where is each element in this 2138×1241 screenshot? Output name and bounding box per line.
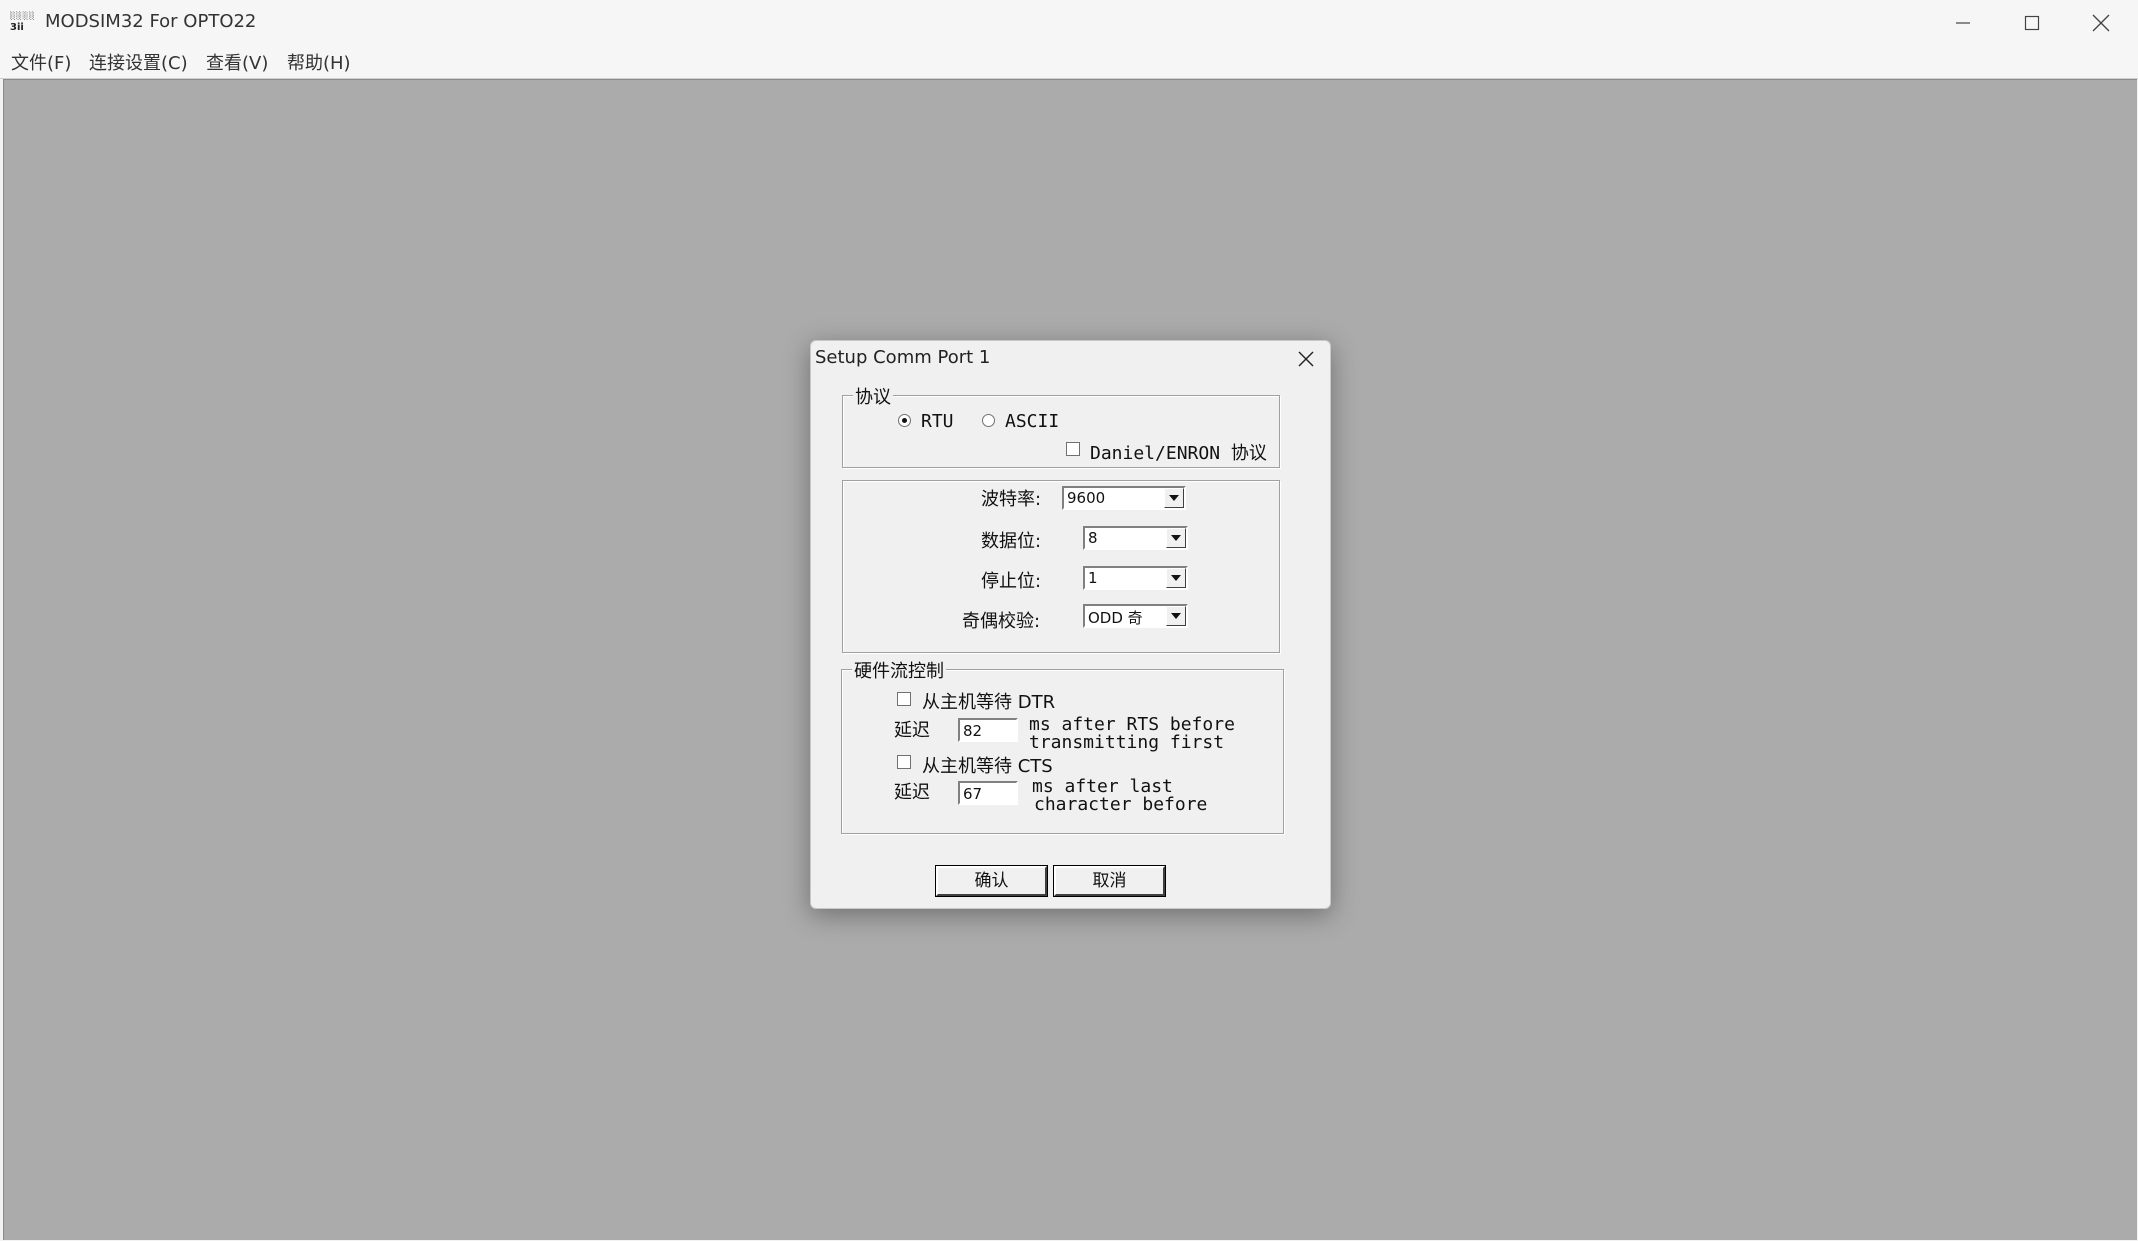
parity-label: 奇偶校验:	[962, 611, 1041, 632]
menu-connection-settings[interactable]: 连接设置(C)	[89, 49, 188, 75]
ascii-radio[interactable]	[982, 414, 995, 427]
wait-dtr-label: 从主机等待 DTR	[922, 692, 1056, 713]
delay2-input[interactable]: 67	[958, 781, 1018, 805]
menu-help[interactable]: 帮助(H)	[287, 49, 351, 75]
app-icon[interactable]: ░░░░ 3ii	[10, 11, 36, 33]
title-bar: ░░░░ 3ii MODSIM32 For OPTO22	[0, 0, 2138, 45]
minimize-button[interactable]	[1928, 0, 1998, 45]
window-title: MODSIM32 For OPTO22	[45, 11, 257, 32]
delay1-input[interactable]: 82	[958, 718, 1018, 742]
flow-control-legend: 硬件流控制	[852, 657, 946, 683]
ok-button[interactable]: 确认	[936, 866, 1047, 896]
ascii-label: ASCII	[1005, 411, 1060, 432]
chevron-down-icon[interactable]	[1164, 488, 1184, 508]
close-icon	[1298, 351, 1314, 367]
serial-settings-group: 波特率: 9600 数据位: 8 停止位: 1 奇偶校验: ODD 奇	[842, 480, 1280, 653]
protocol-legend: 协议	[853, 383, 893, 409]
dialog-close-button[interactable]	[1282, 341, 1330, 377]
protocol-group: 协议 RTU ASCII Daniel/ENRON 协议	[842, 383, 1280, 468]
baud-rate-select[interactable]: 9600	[1062, 486, 1186, 510]
stop-bits-label: 停止位:	[981, 571, 1042, 592]
daniel-enron-checkbox[interactable]	[1066, 442, 1080, 456]
daniel-enron-label: Daniel/ENRON 协议	[1090, 443, 1267, 464]
stop-bits-select[interactable]: 1	[1083, 566, 1188, 590]
wait-dtr-checkbox[interactable]	[897, 692, 911, 706]
menu-view[interactable]: 查看(V)	[206, 49, 268, 75]
delay1-note-line2: transmitting first	[1029, 732, 1225, 753]
data-bits-select[interactable]: 8	[1083, 526, 1188, 550]
rtu-radio[interactable]	[898, 414, 911, 427]
menu-bar: 文件(F) 连接设置(C) 查看(V) 帮助(H)	[0, 45, 2138, 79]
hardware-flow-control-group: 硬件流控制 从主机等待 DTR 延迟 82 ms after RTS befor…	[841, 657, 1284, 834]
maximize-icon	[2024, 15, 2040, 30]
rtu-label: RTU	[921, 411, 954, 432]
minimize-icon	[1956, 21, 1970, 24]
dialog-title: Setup Comm Port 1	[815, 347, 991, 368]
parity-select[interactable]: ODD 奇	[1083, 604, 1188, 628]
delay1-label: 延迟	[894, 720, 930, 741]
close-button[interactable]	[2066, 0, 2136, 45]
maximize-button[interactable]	[1997, 0, 2067, 45]
chevron-down-icon[interactable]	[1166, 528, 1186, 548]
wait-cts-label: 从主机等待 CTS	[922, 756, 1053, 777]
cancel-button[interactable]: 取消	[1054, 866, 1165, 896]
wait-cts-checkbox[interactable]	[897, 755, 911, 769]
delay2-label: 延迟	[894, 782, 930, 803]
delay2-note-line2: character before	[1034, 794, 1208, 815]
menu-file[interactable]: 文件(F)	[11, 49, 71, 75]
close-icon	[2092, 14, 2110, 31]
baud-rate-label: 波特率:	[981, 489, 1042, 510]
data-bits-label: 数据位:	[981, 531, 1042, 552]
chevron-down-icon[interactable]	[1166, 568, 1186, 588]
chevron-down-icon[interactable]	[1166, 606, 1186, 626]
setup-comm-port-dialog: Setup Comm Port 1 协议 RTU ASCII Daniel/EN…	[810, 340, 1331, 909]
